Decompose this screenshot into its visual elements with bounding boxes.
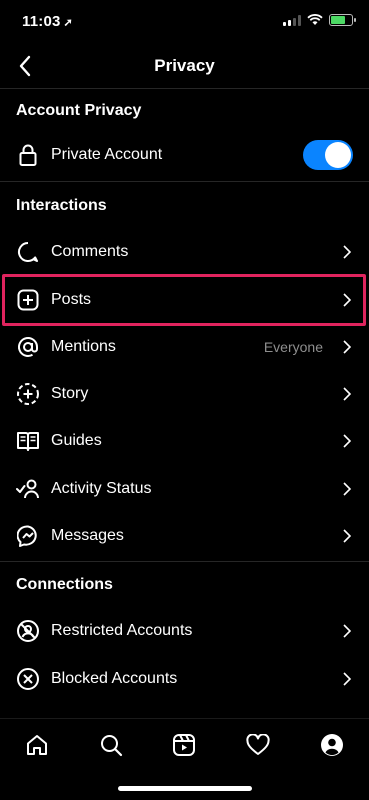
at-icon: [16, 335, 40, 359]
home-icon[interactable]: [23, 731, 51, 759]
private-account-toggle[interactable]: [303, 140, 353, 170]
profile-icon[interactable]: [318, 731, 346, 759]
home-indicator: [118, 786, 252, 791]
divider: [0, 181, 369, 182]
messages-row[interactable]: Messages: [0, 513, 369, 559]
activity-status-icon: [16, 477, 40, 501]
section-interactions: Interactions: [16, 197, 107, 214]
location-icon: ➚: [63, 17, 73, 29]
battery-icon: [329, 14, 356, 26]
messenger-icon: [16, 524, 40, 548]
reels-icon[interactable]: [170, 731, 198, 759]
mentions-value: Everyone: [263, 339, 323, 355]
story-row[interactable]: Story: [0, 371, 369, 417]
guides-row[interactable]: Guides: [0, 418, 369, 464]
blocked-accounts-row[interactable]: Blocked Accounts: [0, 656, 369, 702]
divider: [0, 561, 369, 562]
story-icon: [16, 382, 40, 406]
page-title: Privacy: [154, 56, 215, 75]
activity-status-label: Activity Status: [51, 480, 152, 497]
chevron-right-icon: [341, 386, 353, 402]
restricted-accounts-label: Restricted Accounts: [51, 622, 193, 639]
chevron-right-icon: [341, 433, 353, 449]
search-icon[interactable]: [97, 731, 125, 759]
section-connections: Connections: [16, 576, 113, 593]
private-account-row: Private Account: [0, 132, 369, 178]
section-account-privacy: Account Privacy: [16, 102, 142, 119]
private-account-label: Private Account: [51, 146, 163, 163]
blocked-accounts-label: Blocked Accounts: [51, 670, 178, 687]
signal-icon: [283, 14, 301, 26]
chevron-right-icon: [341, 339, 353, 355]
guides-icon: [16, 429, 40, 453]
guides-label: Guides: [51, 432, 102, 449]
chevron-right-icon: [341, 481, 353, 497]
status-time: 11:03 ➚: [22, 13, 73, 30]
comment-icon: [16, 240, 40, 264]
status-icons: [283, 14, 356, 26]
blocked-icon: [16, 667, 40, 691]
toggle-knob: [325, 142, 351, 168]
highlight-box: [2, 274, 366, 326]
comments-row[interactable]: Comments: [0, 229, 369, 275]
mentions-row[interactable]: Mentions Everyone: [0, 324, 369, 370]
wifi-icon: [307, 14, 323, 25]
activity-status-row[interactable]: Activity Status: [0, 466, 369, 512]
mentions-label: Mentions: [51, 338, 116, 355]
story-label: Story: [51, 385, 89, 402]
chevron-right-icon: [341, 671, 353, 687]
chevron-right-icon: [341, 528, 353, 544]
header: Privacy: [0, 44, 369, 88]
restricted-accounts-row[interactable]: Restricted Accounts: [0, 608, 369, 654]
lock-icon: [16, 143, 40, 167]
comments-label: Comments: [51, 243, 129, 260]
heart-icon[interactable]: [244, 731, 272, 759]
divider: [0, 88, 369, 89]
status-bar: 11:03 ➚: [0, 0, 369, 44]
chevron-right-icon: [341, 244, 353, 260]
restricted-icon: [16, 619, 40, 643]
chevron-right-icon: [341, 623, 353, 639]
messages-label: Messages: [51, 527, 124, 544]
